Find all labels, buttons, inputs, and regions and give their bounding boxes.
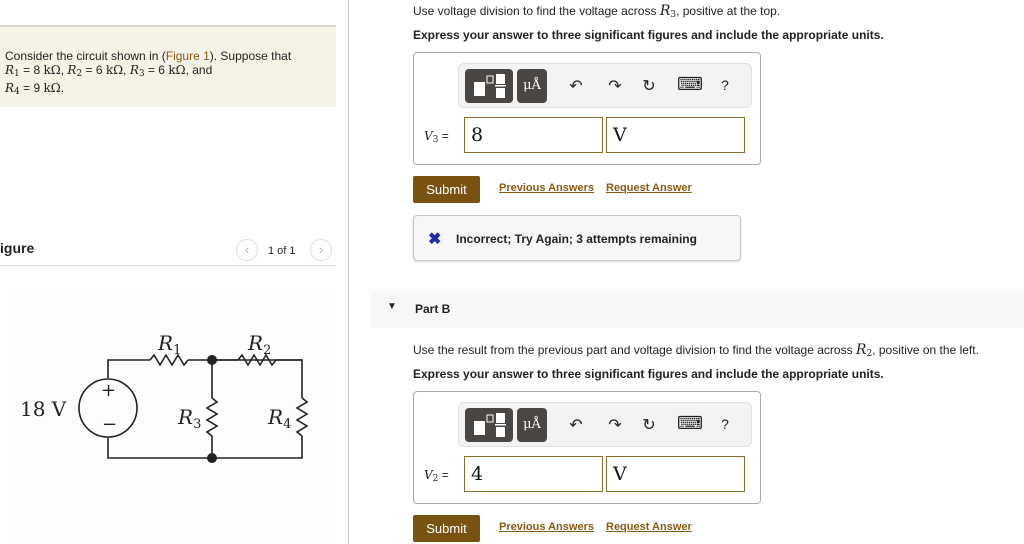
part-b-instruction: Use the result from the previous part an…	[413, 342, 979, 359]
templates-button[interactable]	[465, 408, 513, 442]
part-b-variable-label: V2 =	[424, 468, 449, 484]
wire-r4-bottom	[107, 436, 303, 459]
figure-title: igure	[0, 240, 35, 256]
templates-icon	[474, 413, 506, 437]
chevron-left-icon: ‹	[244, 242, 250, 257]
question-panel: Use voltage division to find the voltage…	[349, 0, 1024, 544]
part-a-express: Express your answer to three significant…	[413, 28, 884, 42]
part-b-title: Part B	[415, 302, 451, 316]
part-b-express: Express your answer to three significant…	[413, 367, 884, 381]
next-figure-button[interactable]: ›	[310, 239, 332, 261]
part-b-submit-button[interactable]: Submit	[413, 515, 480, 542]
problem-statement: Consider the circuit shown in (Figure 1)…	[0, 25, 336, 107]
r3-symbol: R3	[129, 63, 145, 79]
r1-symbol: R1	[5, 63, 20, 79]
undo-icon[interactable]: ↶	[566, 76, 586, 96]
figure-area: 18 V + − R1 R2 R3 R4	[10, 290, 336, 544]
part-a-previous-answers-link[interactable]: Previous Answers	[499, 182, 594, 194]
templates-button[interactable]	[465, 69, 513, 103]
node-bottom	[207, 453, 217, 463]
part-b-value-input[interactable]: 4	[464, 456, 603, 492]
wire-top-left	[107, 359, 150, 378]
units-button[interactable]: μÅ	[517, 69, 547, 103]
help-icon[interactable]: ?	[715, 77, 735, 93]
part-b-header[interactable]: ▼ Part B	[371, 290, 1024, 328]
undo-icon[interactable]: ↶	[566, 415, 586, 435]
reset-icon[interactable]: ↻	[639, 76, 659, 96]
r3-label: R3	[177, 405, 201, 432]
r2-symbol: R2	[67, 63, 83, 79]
chevron-right-icon: ›	[318, 242, 324, 257]
part-b-toolbar: μÅ ↶ ↷ ↻ ⌨ ?	[458, 402, 752, 447]
part-a-answer-box: μÅ ↶ ↷ ↻ ⌨ ? V3 = 8 V	[413, 52, 761, 165]
source-plus: +	[101, 380, 116, 401]
reset-icon[interactable]: ↻	[639, 415, 659, 435]
r2-value: 6	[95, 63, 103, 77]
keyboard-icon[interactable]: ⌨	[677, 74, 703, 95]
redo-icon[interactable]: ↷	[605, 76, 625, 96]
part-a-units-input[interactable]: V	[606, 117, 745, 153]
resistor-r4	[295, 397, 309, 437]
caret-down-icon[interactable]: ▼	[387, 301, 397, 312]
r4-label: R4	[267, 405, 291, 432]
part-a-value-input[interactable]: 8	[464, 117, 603, 153]
r4-value: 9	[33, 81, 41, 95]
r1-value: 8	[33, 63, 41, 77]
units-icon: μÅ	[523, 78, 541, 93]
part-b-previous-answers-link[interactable]: Previous Answers	[499, 521, 594, 533]
r4-symbol: R4	[5, 81, 20, 97]
wire-r2-right	[276, 359, 303, 398]
units-icon: μÅ	[523, 417, 541, 432]
figure-pager-text: 1 of 1	[268, 245, 296, 257]
part-a-request-answer-link[interactable]: Request Answer	[606, 182, 692, 194]
part-a-submit-button[interactable]: Submit	[413, 176, 480, 203]
figure-link[interactable]: Figure 1	[166, 49, 210, 63]
source-label: 18 V	[20, 397, 67, 421]
r2-label: R2	[247, 331, 271, 358]
node-top	[207, 355, 217, 365]
problem-panel: Consider the circuit shown in (Figure 1)…	[0, 0, 348, 544]
part-a-toolbar: μÅ ↶ ↷ ↻ ⌨ ?	[458, 63, 752, 108]
part-b-answer-box: μÅ ↶ ↷ ↻ ⌨ ? V2 = 4 V	[413, 391, 761, 504]
r3-value: 6	[158, 63, 165, 77]
part-b-units-input[interactable]: V	[606, 456, 745, 492]
resistor-r1	[149, 353, 189, 367]
help-icon[interactable]: ?	[715, 416, 735, 432]
feedback-text: Incorrect; Try Again; 3 attempts remaini…	[456, 232, 697, 246]
redo-icon[interactable]: ↷	[605, 415, 625, 435]
units-button[interactable]: μÅ	[517, 408, 547, 442]
figure-header: igure ‹ 1 of 1 ›	[0, 236, 336, 266]
part-a-instruction: Use voltage division to find the voltage…	[413, 3, 781, 20]
prev-figure-button[interactable]: ‹	[236, 239, 258, 261]
incorrect-x-icon: ✖	[428, 231, 442, 248]
r1-label: R1	[157, 331, 181, 358]
part-a-variable-label: V3 =	[424, 129, 449, 145]
circuit-diagram: 18 V + − R1 R2 R3 R4	[20, 331, 309, 463]
resistor-r3	[205, 397, 219, 437]
part-a-feedback: ✖ Incorrect; Try Again; 3 attempts remai…	[413, 215, 741, 261]
source-minus: −	[102, 414, 117, 435]
templates-icon	[474, 74, 506, 98]
part-b-request-answer-link[interactable]: Request Answer	[606, 521, 692, 533]
keyboard-icon[interactable]: ⌨	[677, 413, 703, 434]
problem-text: Consider the circuit shown in (Figure 1)…	[5, 49, 292, 97]
